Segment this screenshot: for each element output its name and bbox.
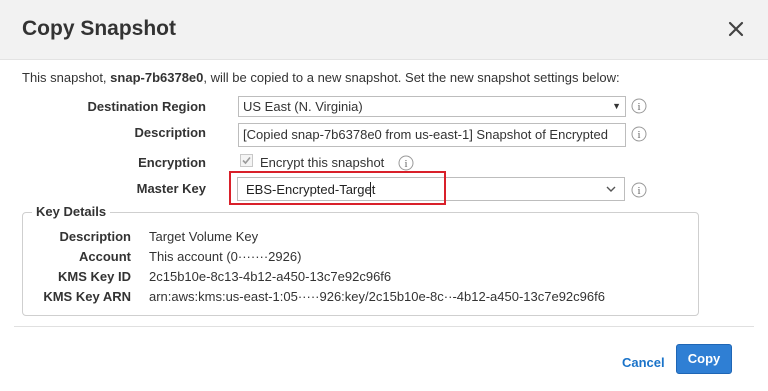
info-icon[interactable]: i <box>398 155 414 171</box>
kd-account-label: Account <box>79 249 131 264</box>
snapshot-id: snap-7b6378e0 <box>110 70 204 85</box>
encryption-label: Encryption <box>138 155 206 170</box>
key-details-legend: Key Details <box>32 204 111 219</box>
highlight-box <box>229 171 446 205</box>
svg-text:i: i <box>637 101 640 113</box>
destination-region-value: US East (N. Virginia) <box>243 99 363 114</box>
footer-divider <box>14 326 754 327</box>
kd-key-arn-label: KMS Key ARN <box>43 289 131 304</box>
kd-account-value: This account (0·······2926) <box>149 249 302 264</box>
encrypt-checkbox[interactable] <box>240 154 253 167</box>
info-icon[interactable]: i <box>631 98 647 114</box>
svg-text:i: i <box>637 185 640 197</box>
description-label: Description <box>134 125 206 140</box>
dialog-title: Copy Snapshot <box>22 17 177 40</box>
encrypt-checkbox-label: Encrypt this snapshot <box>260 155 385 170</box>
cancel-button[interactable]: Cancel <box>622 355 665 370</box>
dropdown-arrow-icon: ▼ <box>612 101 621 111</box>
svg-text:i: i <box>404 158 407 170</box>
kd-key-id-value: 2c15b10e-8c13-4b12-a450-13c7e92c96f6 <box>149 269 392 284</box>
kd-description-value: Target Volume Key <box>149 229 259 244</box>
kd-description-label: Description <box>59 229 131 244</box>
destination-region-select[interactable]: US East (N. Virginia) ▼ <box>238 96 626 117</box>
intro-prefix: This snapshot, <box>22 70 107 85</box>
svg-text:i: i <box>637 129 640 141</box>
kd-key-id-label: KMS Key ID <box>58 269 131 284</box>
dialog-intro: This snapshot, snap-7b6378e0, will be co… <box>22 70 620 85</box>
info-icon[interactable]: i <box>631 182 647 198</box>
copy-button[interactable]: Copy <box>676 344 732 374</box>
info-icon[interactable]: i <box>631 126 647 142</box>
kd-key-arn-value: arn:aws:kms:us-east-1:05·····926:key/2c1… <box>149 289 605 304</box>
dialog-header: Copy Snapshot <box>0 0 768 60</box>
destination-region-label: Destination Region <box>87 99 206 114</box>
master-key-label: Master Key <box>136 181 206 196</box>
description-input[interactable]: [Copied snap-7b6378e0 from us-east-1] Sn… <box>238 123 626 147</box>
close-icon[interactable] <box>724 17 748 41</box>
intro-suffix: , will be copied to a new snapshot. Set … <box>203 70 620 85</box>
chevron-down-icon <box>606 186 616 192</box>
